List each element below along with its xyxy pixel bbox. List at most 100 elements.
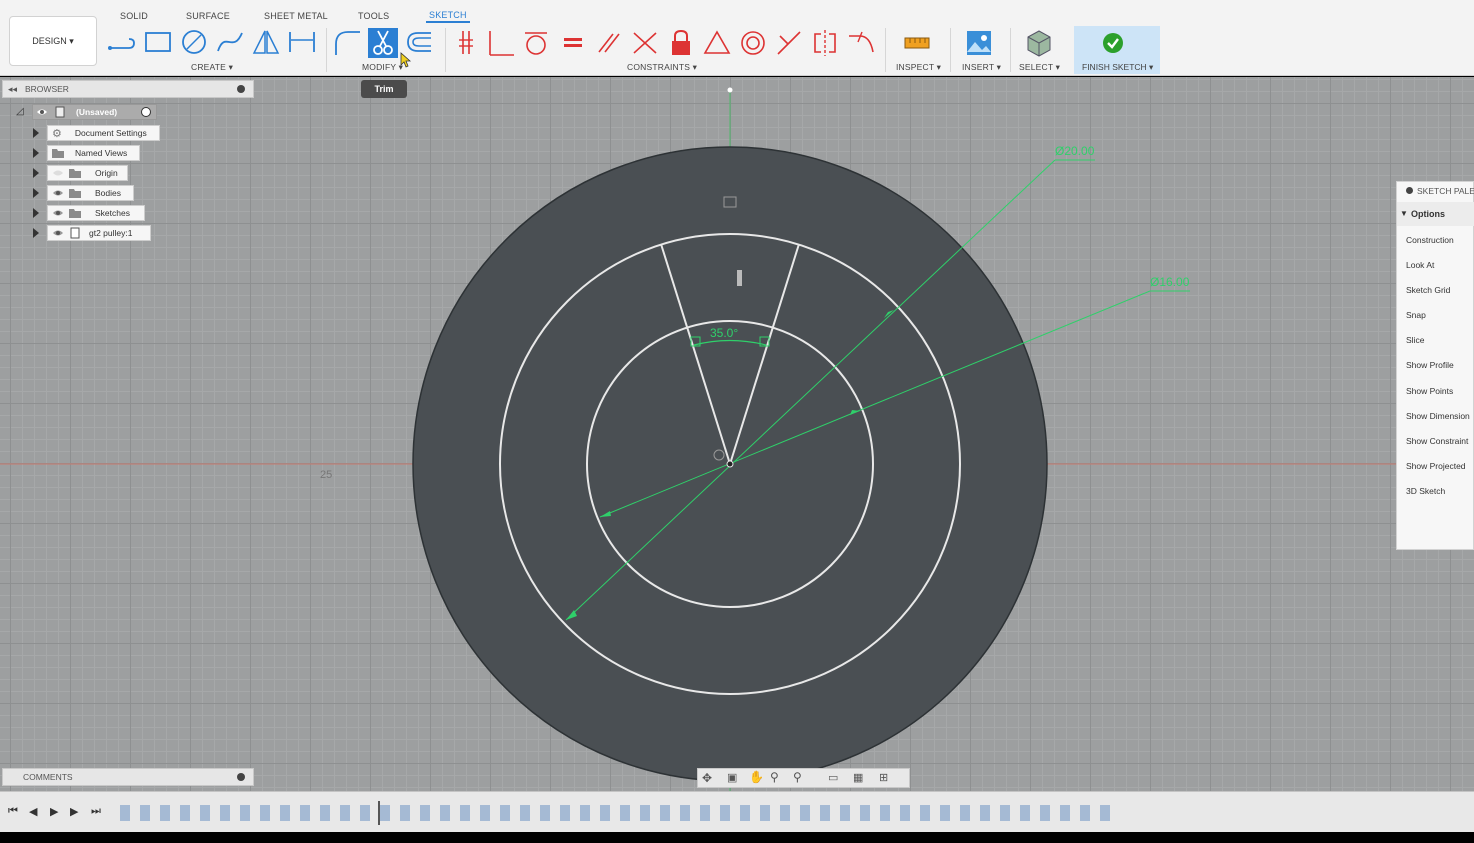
palette-item-look-at[interactable]: Look At [1406,260,1434,270]
eye-icon[interactable] [52,228,64,238]
expand-arrow-icon[interactable] [33,188,39,198]
timeline-marker[interactable] [378,801,380,825]
fillet-icon[interactable] [333,28,363,58]
dimension-icon[interactable] [287,28,317,58]
modify-group-label[interactable]: MODIFY ▾ [362,62,403,73]
palette-item-show-points[interactable]: Show Points [1406,386,1453,396]
palette-options-header[interactable]: ▼ Options [1397,202,1474,226]
insert-image-icon[interactable] [964,28,994,58]
perpendicular-icon[interactable] [486,28,516,58]
timeline-features[interactable] [120,805,1120,821]
skip-start-icon[interactable]: ⏮ [8,805,18,818]
eye-icon[interactable] [52,208,64,218]
design-workspace-button[interactable]: DESIGN ▾ [9,16,97,66]
browser-item-document-settings[interactable]: ⚙ Document Settings [47,125,160,141]
constraints-group-label[interactable]: CONSTRAINTS ▾ [627,62,697,73]
rectangle-icon[interactable] [143,28,173,58]
activate-radio-icon[interactable] [141,107,151,117]
eye-hidden-icon[interactable] [52,168,64,178]
expand-arrow-icon[interactable] [33,208,39,218]
collinear-icon[interactable] [630,28,660,58]
lock-icon[interactable] [666,28,696,58]
trim-scissors-icon[interactable] [368,28,398,58]
browser-item-component[interactable]: gt2 pulley:1 [47,225,151,241]
measure-ruler-icon[interactable] [902,28,932,58]
palette-item-show-profile[interactable]: Show Profile [1406,360,1454,370]
axis-label: 25 [320,469,332,481]
finish-sketch-button[interactable]: FINISH SKETCH ▾ [1074,26,1160,74]
curvature-icon[interactable] [846,28,876,58]
fix-constraint-icon[interactable] [451,28,481,58]
viewports-icon[interactable]: ⊞ [879,771,888,784]
inspect-group-label[interactable]: INSPECT ▾ [896,62,941,73]
browser-pin-icon[interactable] [237,85,245,93]
palette-item-sketch-grid[interactable]: Sketch Grid [1406,285,1450,295]
fit-icon[interactable]: ⚲ [793,770,802,784]
browser-panel[interactable]: ◂◂ BROWSER [2,80,254,98]
center-point[interactable] [726,460,734,468]
play-icon[interactable]: ▶ [50,805,58,818]
tab-surface[interactable]: SURFACE [186,11,230,21]
tab-sketch[interactable]: SKETCH [426,10,470,23]
expand-arrow-icon[interactable] [33,228,39,238]
step-back-icon[interactable]: ◀ [29,805,37,818]
concentric-icon[interactable] [738,28,768,58]
outer-diameter-text[interactable]: Ø20.00 [1055,144,1095,158]
expand-arrow-icon[interactable] [33,168,39,178]
angle-dimension-text[interactable]: 35.0° [710,326,738,340]
mirror-icon[interactable] [251,28,281,58]
palette-item-show-dimension[interactable]: Show Dimension [1406,411,1470,421]
comments-panel[interactable]: COMMENTS [2,768,254,786]
palette-item-slice[interactable]: Slice [1406,335,1424,345]
sketch-palette[interactable]: SKETCH PALE ▼ Options Construction Look … [1396,181,1474,550]
tangent-icon[interactable] [521,28,551,58]
browser-item-sketches[interactable]: Sketches [47,205,145,221]
palette-item-3d-sketch[interactable]: 3D Sketch [1406,486,1445,496]
skip-end-icon[interactable]: ⏭ [91,805,101,818]
tab-tools[interactable]: TOOLS [358,11,389,21]
palette-item-show-projected[interactable]: Show Projected [1406,461,1466,471]
midpoint-icon[interactable] [774,28,804,58]
expand-arrow-icon[interactable] [33,128,39,138]
inner-diameter-text[interactable]: Ø16.00 [1150,275,1190,289]
comments-pin-icon[interactable] [237,773,245,781]
select-group-label[interactable]: SELECT ▾ [1019,62,1060,73]
line-icon[interactable] [107,28,137,58]
orbit-icon[interactable]: ✥ [702,771,712,785]
palette-item-construction[interactable]: Construction [1406,235,1454,245]
spline-icon[interactable] [215,28,245,58]
look-at-icon[interactable]: ▣ [727,771,737,784]
palette-pin-icon[interactable] [1406,187,1413,194]
browser-item-label: Document Settings [74,128,147,138]
browser-item-origin[interactable]: Origin [47,165,128,181]
browser-title: BROWSER [25,84,69,94]
pan-icon[interactable]: ✋ [749,770,764,784]
timeline[interactable]: ⏮ ◀ ▶ ▶ ⏭ [0,791,1474,832]
expand-arrow-icon[interactable] [33,148,39,158]
root-collapse-icon[interactable]: ◿ [16,106,24,117]
browser-item-named-views[interactable]: Named Views [47,145,140,161]
triangle-constraint-icon[interactable] [702,28,732,58]
tab-sheet-metal[interactable]: SHEET METAL [264,11,328,21]
symmetry-icon[interactable] [810,28,840,58]
eye-icon[interactable] [36,107,48,117]
separator [1010,28,1011,72]
tab-solid[interactable]: SOLID [120,11,148,21]
insert-group-label[interactable]: INSERT ▾ [962,62,1001,73]
select-cube-icon[interactable] [1024,28,1054,58]
display-settings-icon[interactable]: ▭ [828,771,838,784]
equal-icon[interactable] [558,28,588,58]
eye-icon[interactable] [52,188,64,198]
create-group-label[interactable]: CREATE ▾ [191,62,233,73]
circle-icon[interactable] [179,28,209,58]
sketch-geometry[interactable]: Ø20.00 Ø16.00 35.0° 25 [0,77,1474,791]
palette-item-snap[interactable]: Snap [1406,310,1426,320]
step-forward-icon[interactable]: ▶ [70,805,78,818]
parallel-icon[interactable] [594,28,624,58]
browser-root-node[interactable]: (Unsaved) [32,104,157,120]
palette-item-show-constraint[interactable]: Show Constraint [1406,436,1468,446]
collapse-icon[interactable]: ◂◂ [8,84,17,95]
zoom-icon[interactable]: ⚲ [770,770,779,784]
browser-item-bodies[interactable]: Bodies [47,185,134,201]
grid-settings-icon[interactable]: ▦ [853,771,863,784]
